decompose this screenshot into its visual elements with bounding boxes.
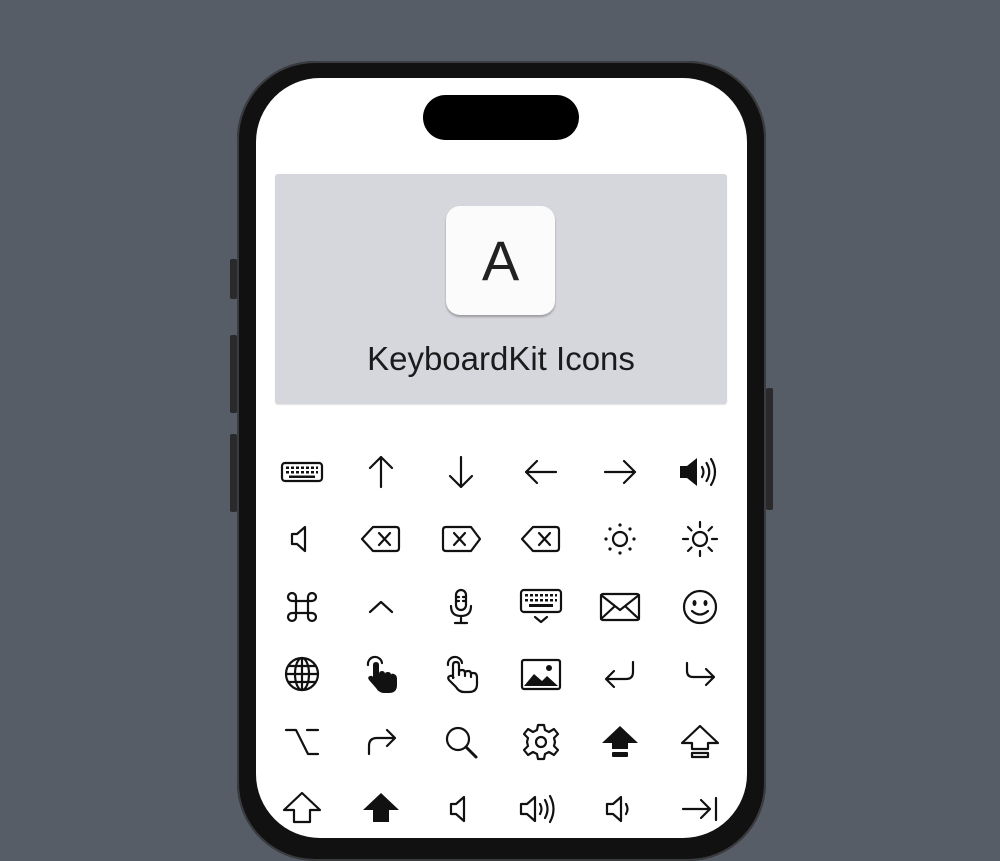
globe-icon[interactable]	[262, 641, 342, 709]
arrow-left-icon[interactable]	[501, 438, 581, 506]
emoji-face-icon[interactable]	[660, 573, 740, 641]
brightness-high-icon[interactable]	[660, 506, 740, 574]
settings-gear-icon[interactable]	[501, 708, 581, 776]
search-icon[interactable]	[421, 708, 501, 776]
photo-icon[interactable]	[501, 641, 581, 709]
tap-hand-filled-icon[interactable]	[342, 641, 422, 709]
speaker-wave-icon[interactable]	[501, 776, 581, 839]
app-icon-letter: A	[481, 229, 520, 292]
speaker-icon[interactable]	[262, 506, 342, 574]
phone-screen: A KeyboardKit Icons	[256, 78, 747, 838]
speaker-low-icon[interactable]	[580, 776, 660, 839]
speaker-loud-icon[interactable]	[660, 438, 740, 506]
shift-filled-icon[interactable]	[342, 776, 422, 839]
arrow-right-icon[interactable]	[580, 438, 660, 506]
side-button-volume-up	[230, 335, 237, 413]
arrow-down-icon[interactable]	[421, 438, 501, 506]
delete-left-icon[interactable]	[421, 506, 501, 574]
command-icon[interactable]	[262, 573, 342, 641]
redo-arrow-icon[interactable]	[342, 708, 422, 776]
shift-icon[interactable]	[660, 708, 740, 776]
dynamic-island	[423, 95, 579, 140]
app-icon-key: A	[446, 206, 555, 315]
side-button-silent	[230, 259, 237, 299]
side-button-volume-down	[230, 434, 237, 512]
keyboard-dismiss-icon[interactable]	[501, 573, 581, 641]
delete-left-icon[interactable]	[501, 506, 581, 574]
envelope-icon[interactable]	[580, 573, 660, 641]
page-title: KeyboardKit Icons	[367, 340, 635, 377]
keyboard-icon[interactable]	[262, 438, 342, 506]
shift-icon[interactable]	[262, 776, 342, 839]
redo-icon[interactable]	[660, 641, 740, 709]
shift-filled-icon[interactable]	[580, 708, 660, 776]
microphone-icon[interactable]	[421, 573, 501, 641]
delete-left-icon[interactable]	[342, 506, 422, 574]
return-icon[interactable]	[580, 641, 660, 709]
tap-hand-icon[interactable]	[421, 641, 501, 709]
option-icon[interactable]	[262, 708, 342, 776]
side-button-power	[766, 388, 773, 510]
brightness-low-icon[interactable]	[580, 506, 660, 574]
control-icon[interactable]	[342, 573, 422, 641]
tab-right-icon[interactable]	[660, 776, 740, 839]
app-header-card: A KeyboardKit Icons	[275, 174, 727, 404]
icon-grid	[262, 438, 742, 838]
speaker-icon[interactable]	[421, 776, 501, 839]
arrow-up-icon[interactable]	[342, 438, 422, 506]
